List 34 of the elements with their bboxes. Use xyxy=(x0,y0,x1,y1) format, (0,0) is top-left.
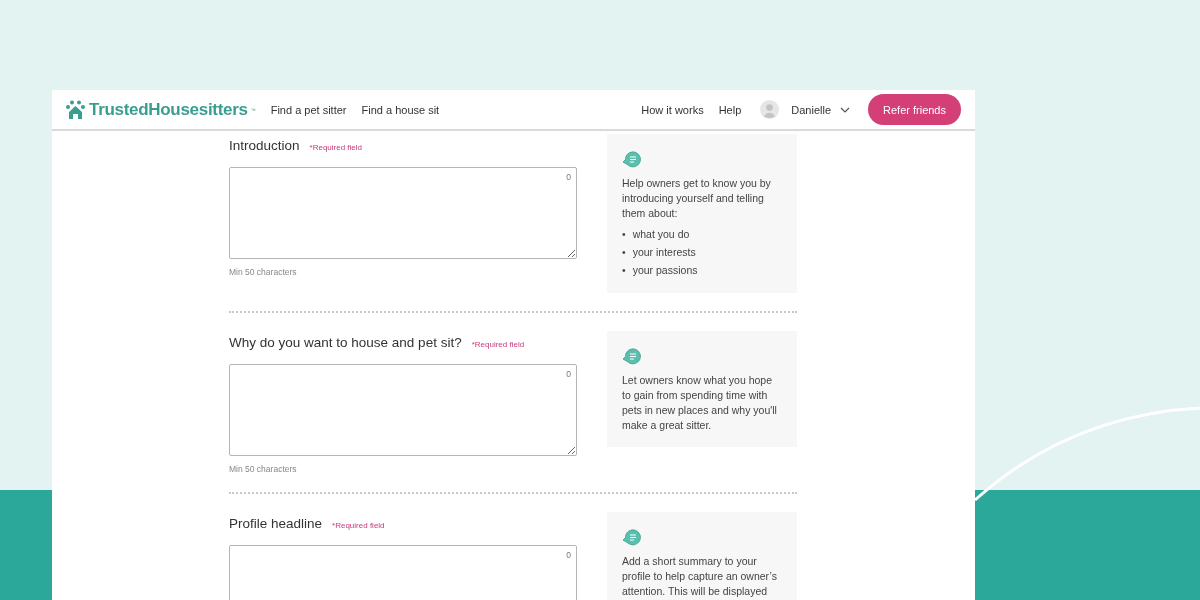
field-label: Introduction xyxy=(229,138,300,153)
required-note: *Required field xyxy=(471,340,525,349)
tip-bullet: your passions xyxy=(632,263,698,278)
speech-bubble-icon xyxy=(622,529,643,546)
required-note: *Required field xyxy=(309,143,363,152)
tip-bullet: your interests xyxy=(632,245,696,260)
tip-text: Let owners know what you hope to gain from spending time with pets in new places and why you'll make a great sitter. xyxy=(622,373,778,433)
bullet-mark: • xyxy=(622,245,626,260)
field-label: Profile headline xyxy=(229,516,323,531)
min-length-hint: Min 50 characters xyxy=(229,267,298,277)
nav-link[interactable]: Find a house sit xyxy=(361,103,440,116)
tip-text: Add a short summary to your profile to help capture an owner’s attention. This will be displayed xyxy=(622,554,778,599)
field-label: Why do you want to house and pet sit? xyxy=(229,335,462,350)
refer-friends-button[interactable]: Refer friends xyxy=(868,94,961,125)
speech-bubble-icon xyxy=(622,151,643,168)
user-name[interactable]: Danielle xyxy=(791,103,831,116)
speech-bubble-icon xyxy=(622,348,643,365)
character-count: 0 xyxy=(566,369,571,379)
bullet-mark: • xyxy=(622,227,626,242)
nav-link[interactable]: How it works xyxy=(641,103,704,116)
avatar-icon[interactable] xyxy=(760,100,780,119)
tip-bullet: what you do xyxy=(632,227,690,242)
text-area[interactable] xyxy=(229,364,577,456)
min-length-hint: Min 50 characters xyxy=(229,464,298,474)
character-count: 0 xyxy=(566,550,571,560)
chevron-down-icon[interactable] xyxy=(840,106,850,113)
paw-house-icon xyxy=(65,99,86,120)
character-count: 0 xyxy=(566,172,571,182)
nav-link[interactable]: Find a pet sitter xyxy=(270,103,347,116)
tip-text: Help owners get to know you by introducing yourself and telling them about: xyxy=(622,176,772,221)
nav-link[interactable]: Help xyxy=(718,103,742,116)
required-note: *Required field xyxy=(332,521,385,530)
bullet-mark: • xyxy=(622,263,626,278)
text-area[interactable] xyxy=(229,167,577,259)
